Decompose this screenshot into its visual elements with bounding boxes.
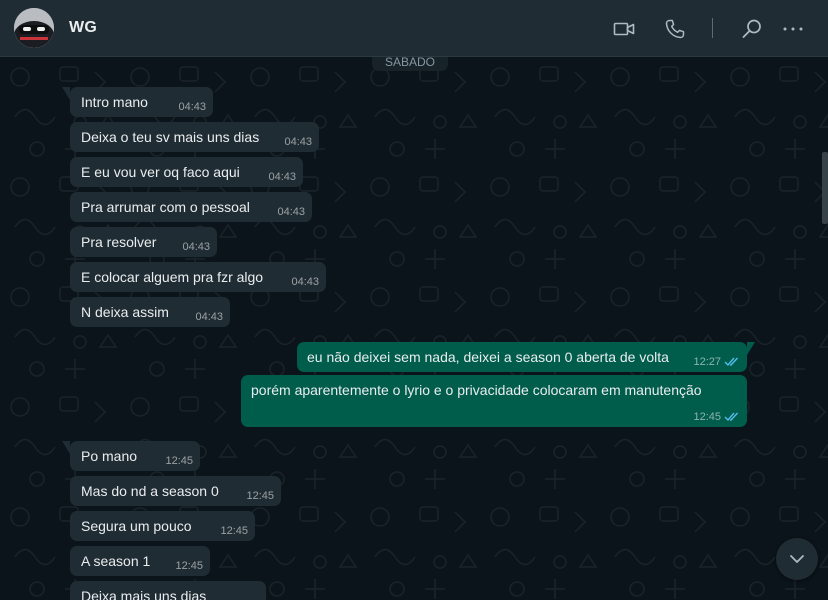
message-bubble-incoming[interactable]: Intro mano 04:43: [62, 87, 213, 117]
message-text: E eu vou ver oq faco aqui: [81, 164, 240, 180]
message-text: Po mano: [81, 448, 138, 464]
message-time: 04:43: [277, 206, 305, 218]
message-text: eu não deixei sem nada, deixei a season …: [307, 349, 669, 365]
chat-header: WG: [0, 0, 828, 57]
message-text: Mas do nd a season 0: [81, 483, 219, 499]
message-bubble-incoming[interactable]: Pra resolver 04:43: [70, 227, 217, 257]
more-options-icon[interactable]: [781, 17, 805, 41]
message-text: Segura um pouco: [81, 518, 192, 534]
message-text: porém aparentemente o lyrio e o privacid…: [251, 382, 702, 398]
read-receipt-icon: [724, 357, 739, 367]
message-bubble-incoming[interactable]: Segura um pouco 12:45: [70, 511, 255, 541]
message-bubble-incoming[interactable]: Po mano 12:45: [62, 441, 200, 471]
scroll-to-bottom-button[interactable]: [776, 538, 818, 580]
scrollbar-thumb[interactable]: [822, 152, 828, 224]
message-time: 12:45: [220, 525, 248, 537]
message-bubble-incoming[interactable]: Deixa mais uns dias: [70, 581, 266, 600]
message-text: Deixa o teu sv mais uns dias: [81, 129, 260, 145]
message-text: Deixa mais uns dias: [81, 588, 207, 600]
chevron-down-icon: [790, 555, 804, 563]
message-bubble-incoming[interactable]: E colocar alguem pra fzr algo 04:43: [70, 262, 326, 292]
message-bubble-outgoing[interactable]: porém aparentemente o lyrio e o privacid…: [241, 375, 747, 427]
message-bubble-outgoing[interactable]: eu não deixei sem nada, deixei a season …: [297, 342, 755, 372]
message-time: 12:45: [693, 411, 721, 423]
message-time: 12:45: [175, 560, 203, 572]
contact-name[interactable]: WG: [69, 19, 97, 37]
message-text: E colocar alguem pra fzr algo: [81, 269, 264, 285]
avatar[interactable]: [14, 8, 54, 48]
bubble-tail: [62, 87, 70, 100]
message-text: A season 1: [81, 553, 151, 569]
message-bubble-incoming[interactable]: E eu vou ver oq faco aqui 04:43: [70, 157, 303, 187]
bubble-tail: [62, 441, 70, 454]
message-bubble-incoming[interactable]: Pra arrumar com o pessoal 04:43: [70, 192, 312, 222]
video-camera-icon[interactable]: [612, 17, 636, 41]
message-text: Pra resolver: [81, 234, 157, 250]
message-time: 04:43: [291, 276, 319, 288]
message-time: 04:43: [182, 241, 210, 253]
message-bubble-incoming[interactable]: N deixa assim 04:43: [70, 297, 230, 327]
message-time: 12:27: [693, 356, 721, 368]
message-bubble-incoming[interactable]: Deixa o teu sv mais uns dias 04:43: [70, 122, 319, 152]
read-receipt-icon: [724, 412, 739, 422]
phone-icon[interactable]: [663, 17, 687, 41]
message-time: 04:43: [284, 136, 312, 148]
message-text: Pra arrumar com o pessoal: [81, 199, 250, 215]
message-text: N deixa assim: [81, 304, 169, 320]
message-text: Intro mano: [81, 94, 148, 110]
message-time: 12:45: [246, 490, 274, 502]
date-separator: SÁBADO: [372, 57, 449, 71]
message-time: 12:45: [165, 455, 193, 467]
header-divider: [712, 18, 713, 38]
avatar-image: [14, 8, 54, 48]
message-time: 04:43: [178, 101, 206, 113]
message-time: 04:43: [195, 311, 223, 323]
search-icon[interactable]: [740, 17, 764, 41]
whatsapp-window: WG SÁBADO Intro mano 04:43 Deixa o teu s…: [0, 0, 828, 600]
message-time: 04:43: [268, 171, 296, 183]
bubble-tail: [747, 342, 755, 355]
message-bubble-incoming[interactable]: A season 1 12:45: [70, 546, 210, 576]
message-bubble-incoming[interactable]: Mas do nd a season 0 12:45: [70, 476, 281, 506]
message-list[interactable]: SÁBADO Intro mano 04:43 Deixa o teu sv m…: [0, 57, 828, 600]
